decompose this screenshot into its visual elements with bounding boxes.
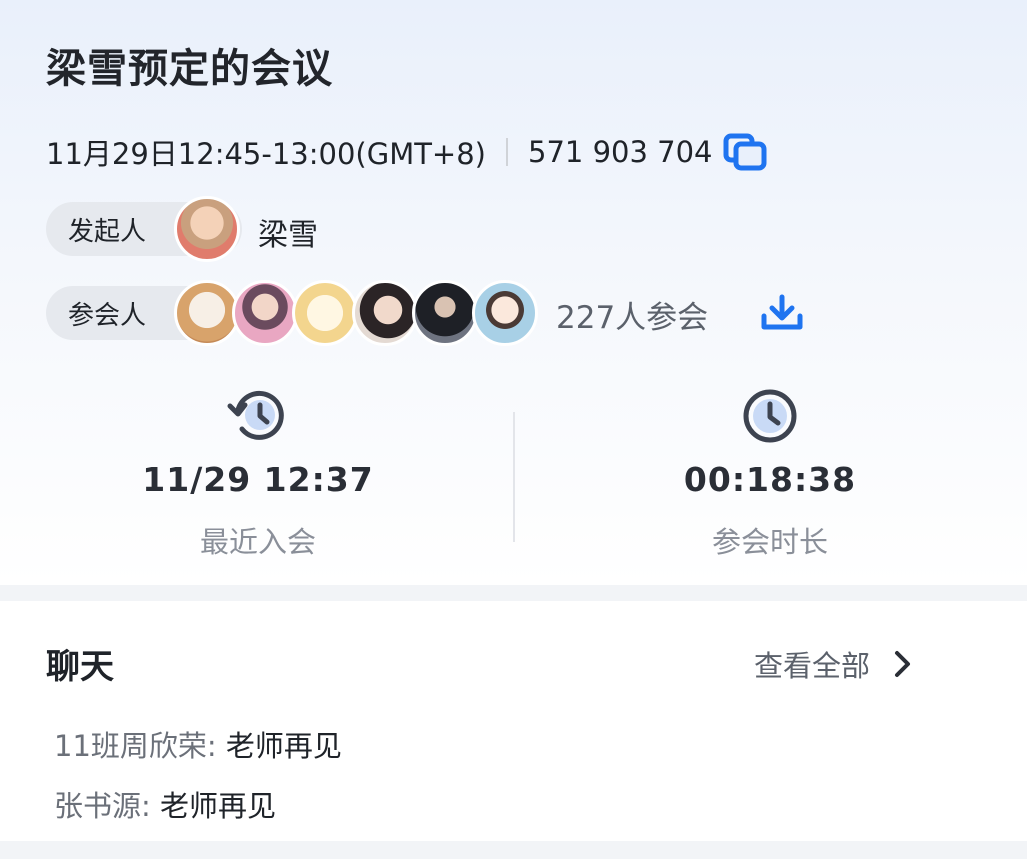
download-icon[interactable] <box>760 294 804 332</box>
meeting-time-row: 11月29日12:45-13:00(GMT+8) 571 903 704 <box>46 132 769 172</box>
organizer-label: 发起人 <box>68 216 147 247</box>
stats-divider <box>513 412 515 542</box>
clock-icon <box>743 389 797 443</box>
meeting-time: 11月29日12:45-13:00(GMT+8) <box>46 137 486 171</box>
last-join-stat: 11/29 12:37 最近入会 <box>108 388 408 561</box>
chevron-right-icon <box>895 651 911 677</box>
avatar[interactable] <box>292 280 358 346</box>
last-join-value: 11/29 12:37 <box>142 460 374 499</box>
avatar[interactable] <box>412 280 478 346</box>
duration-label: 参会时长 <box>711 525 828 559</box>
participants-label: 参会人 <box>68 300 147 331</box>
view-all-label: 查看全部 <box>754 649 871 683</box>
participant-count: 227人参会 <box>556 300 709 336</box>
divider <box>506 138 508 166</box>
copy-icon[interactable] <box>723 133 769 171</box>
avatar[interactable] <box>352 280 418 346</box>
chat-text: 老师再见 <box>160 789 277 823</box>
avatar[interactable] <box>472 280 538 346</box>
meeting-info-card: 梁雪预定的会议 11月29日12:45-13:00(GMT+8) 571 903… <box>0 0 1027 585</box>
meeting-title: 梁雪预定的会议 <box>46 46 333 92</box>
chat-message: 张书源: 老师再见 <box>54 783 276 825</box>
avatar[interactable] <box>174 280 240 346</box>
duration-stat: 00:18:38 参会时长 <box>620 388 920 561</box>
chat-text: 老师再见 <box>225 729 342 763</box>
avatar[interactable] <box>232 280 298 346</box>
last-join-label: 最近入会 <box>199 525 316 559</box>
history-clock-icon <box>227 390 284 440</box>
organizer-name: 梁雪 <box>258 218 318 253</box>
chat-title-text: 聊天 <box>46 647 114 687</box>
chat-sender: 张书源: <box>54 789 151 823</box>
duration-value: 00:18:38 <box>683 460 857 499</box>
chat-message: 11班周欣荣: 老师再见 <box>54 723 342 765</box>
chat-card: 聊天 查看全部 11班周欣荣: 老师再见 张书源: 老师再见 <box>0 601 1027 841</box>
view-all-link[interactable]: 查看全部 <box>754 643 914 685</box>
chat-sender: 11班周欣荣: <box>54 729 217 763</box>
avatar[interactable] <box>174 196 240 262</box>
meeting-id: 571 903 704 <box>528 135 713 169</box>
chat-title: 聊天 <box>46 639 134 692</box>
